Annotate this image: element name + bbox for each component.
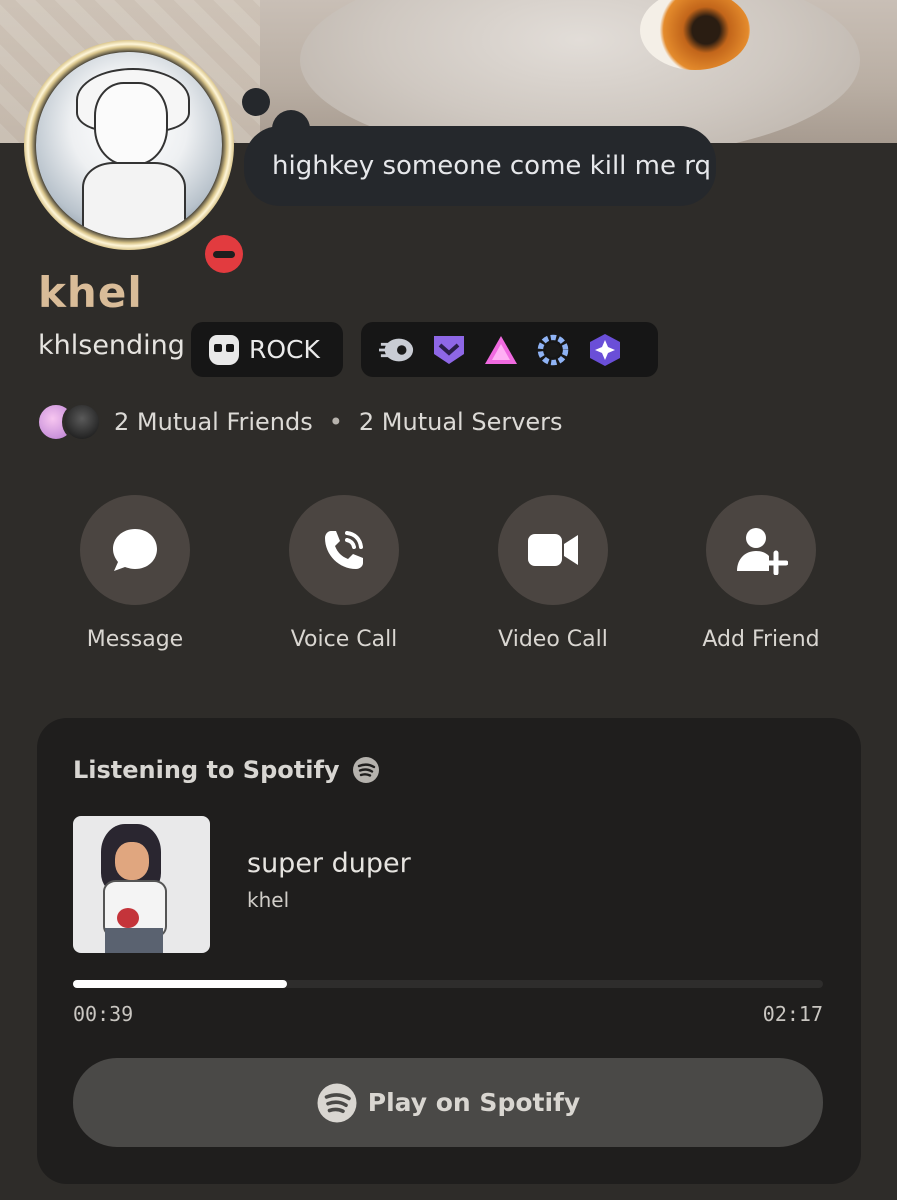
- video-camera-icon: [498, 495, 608, 605]
- display-name: khel: [38, 268, 143, 317]
- play-on-spotify-label: Play on Spotify: [367, 1088, 581, 1117]
- dnd-status-icon: [200, 230, 248, 278]
- avatar-image: [36, 52, 222, 238]
- mutuals-row[interactable]: 2 Mutual Friends • 2 Mutual Servers: [36, 402, 563, 442]
- album-cover[interactable]: [73, 816, 210, 953]
- gem-badge-icon[interactable]: [587, 332, 623, 368]
- playback-progress-bar: [73, 980, 823, 988]
- custom-status-text: highkey someone come kill me rq: [272, 151, 711, 181]
- separator-dot: •: [328, 408, 343, 436]
- username: khlsending: [38, 330, 185, 361]
- spotify-icon: [317, 1083, 357, 1122]
- add-user-icon: [706, 495, 816, 605]
- server-tag[interactable]: ROCK: [191, 322, 343, 377]
- shield-badge-icon[interactable]: [431, 332, 467, 368]
- server-tag-label: ROCK: [249, 335, 320, 364]
- message-label: Message: [86, 627, 184, 652]
- mutual-servers-link[interactable]: 2 Mutual Servers: [359, 408, 563, 436]
- activity-heading: Listening to Spotify: [73, 756, 380, 784]
- status-bubble-dot: [242, 88, 270, 116]
- avatar[interactable]: [24, 40, 248, 278]
- skull-icon: [209, 334, 239, 365]
- avatar-face: [94, 82, 168, 166]
- track-duration: 02:17: [762, 1002, 823, 1026]
- hypesquad-badge-icon[interactable]: [379, 332, 415, 368]
- voice-call-button[interactable]: Voice Call: [264, 495, 424, 652]
- voice-call-label: Voice Call: [290, 627, 398, 652]
- activity-heading-text: Listening to Spotify: [73, 756, 340, 784]
- message-button[interactable]: Message: [55, 495, 215, 652]
- track-artist[interactable]: khel: [247, 888, 289, 912]
- laurel-badge-icon[interactable]: [535, 332, 571, 368]
- custom-status-bubble[interactable]: highkey someone come kill me rq: [244, 126, 716, 206]
- play-on-spotify-button[interactable]: Play on Spotify: [73, 1058, 823, 1147]
- elapsed-time: 00:39: [73, 1002, 134, 1026]
- video-call-button[interactable]: Video Call: [473, 495, 633, 652]
- profile-actions: Message Voice Call Video Call Add Friend: [0, 495, 897, 665]
- phone-icon: [289, 495, 399, 605]
- triangle-badge-icon[interactable]: [483, 332, 519, 368]
- add-friend-button[interactable]: Add Friend: [681, 495, 841, 652]
- avatar-shirt: [82, 162, 186, 238]
- add-friend-label: Add Friend: [702, 627, 820, 652]
- playback-progress-fill: [73, 980, 287, 988]
- track-title[interactable]: super duper: [247, 848, 411, 879]
- banner-plush: [300, 0, 860, 143]
- spotify-icon: [352, 757, 379, 783]
- mutual-friends-link[interactable]: 2 Mutual Friends: [114, 408, 313, 436]
- badge-list: [361, 322, 658, 377]
- spotify-activity-card: Listening to Spotify super duper khel 00…: [37, 718, 861, 1184]
- chat-bubble-icon: [80, 495, 190, 605]
- mutual-friend-avatar: [62, 402, 102, 442]
- video-call-label: Video Call: [498, 627, 608, 652]
